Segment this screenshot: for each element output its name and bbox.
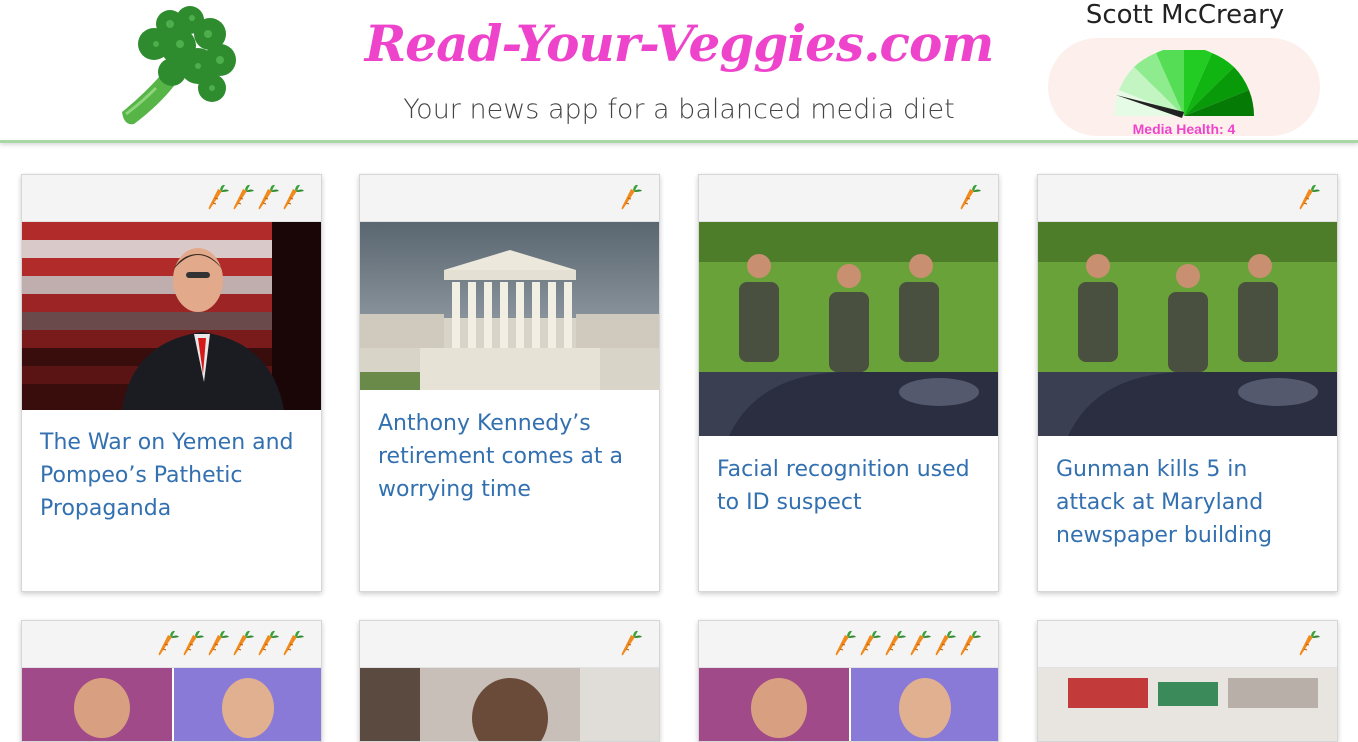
- carrot-icon: [208, 184, 229, 210]
- article-title[interactable]: The War on Yemen and Pompeo’s Pathetic P…: [22, 426, 321, 525]
- article-title[interactable]: Facial recognition used to ID suspect: [699, 453, 998, 519]
- carrot-icon: [258, 184, 279, 210]
- carrot-icon: [233, 630, 254, 656]
- article-card[interactable]: Facial recognition used to ID suspect: [698, 174, 999, 592]
- article-image[interactable]: [22, 222, 321, 410]
- carrot-icon: [621, 630, 642, 656]
- card-header: [699, 175, 998, 222]
- article-card[interactable]: [21, 620, 322, 742]
- carrot-icon: [1299, 630, 1320, 656]
- article-card[interactable]: [359, 620, 660, 742]
- article-image[interactable]: [699, 668, 998, 741]
- app-header: Read-Your-Veggies.com Your news app for …: [0, 0, 1358, 143]
- carrot-icon: [1299, 184, 1320, 210]
- article-title[interactable]: Anthony Kennedy’s retirement comes at a …: [360, 407, 659, 506]
- article-image[interactable]: [22, 668, 321, 741]
- carrot-rating: [1297, 629, 1321, 659]
- article-title[interactable]: Gunman kills 5 in attack at Maryland new…: [1038, 453, 1337, 552]
- article-image[interactable]: [360, 668, 659, 741]
- article-grid: The War on Yemen and Pompeo’s Pathetic P…: [0, 143, 1358, 742]
- article-card[interactable]: Anthony Kennedy’s retirement comes at a …: [359, 174, 660, 592]
- carrot-icon: [258, 630, 279, 656]
- article-image[interactable]: [699, 222, 998, 436]
- carrot-icon: [158, 630, 179, 656]
- carrot-icon: [283, 184, 304, 210]
- article-card[interactable]: Gunman kills 5 in attack at Maryland new…: [1037, 174, 1338, 592]
- card-header: [22, 621, 321, 668]
- carrot-rating: [619, 183, 643, 213]
- card-header: [22, 175, 321, 222]
- article-card[interactable]: [698, 620, 999, 742]
- carrot-icon: [860, 630, 881, 656]
- media-health-label: Media Health: 4: [1132, 121, 1236, 137]
- carrot-icon: [910, 630, 931, 656]
- card-header: [1038, 621, 1337, 668]
- article-card[interactable]: [1037, 620, 1338, 742]
- card-header: [360, 621, 659, 668]
- article-image[interactable]: [360, 222, 659, 390]
- carrot-rating: [958, 183, 982, 213]
- user-name[interactable]: Scott McCreary: [1060, 0, 1310, 30]
- carrot-icon: [621, 184, 642, 210]
- carrot-icon: [885, 630, 906, 656]
- carrot-icon: [208, 630, 229, 656]
- carrot-rating: [619, 629, 643, 659]
- article-image[interactable]: [1038, 668, 1337, 741]
- card-header: [1038, 175, 1337, 222]
- carrot-icon: [960, 630, 981, 656]
- article-card[interactable]: The War on Yemen and Pompeo’s Pathetic P…: [21, 174, 322, 592]
- carrot-rating: [156, 629, 305, 659]
- carrot-rating: [833, 629, 982, 659]
- carrot-rating: [206, 183, 305, 213]
- carrot-rating: [1297, 183, 1321, 213]
- card-header: [360, 175, 659, 222]
- carrot-icon: [935, 630, 956, 656]
- carrot-icon: [960, 184, 981, 210]
- carrot-icon: [233, 184, 254, 210]
- article-image[interactable]: [1038, 222, 1337, 436]
- media-health-gauge: Media Health: 4: [1048, 38, 1320, 137]
- gauge-icon: [1114, 50, 1254, 118]
- carrot-icon: [835, 630, 856, 656]
- card-header: [699, 621, 998, 668]
- carrot-icon: [283, 630, 304, 656]
- carrot-icon: [183, 630, 204, 656]
